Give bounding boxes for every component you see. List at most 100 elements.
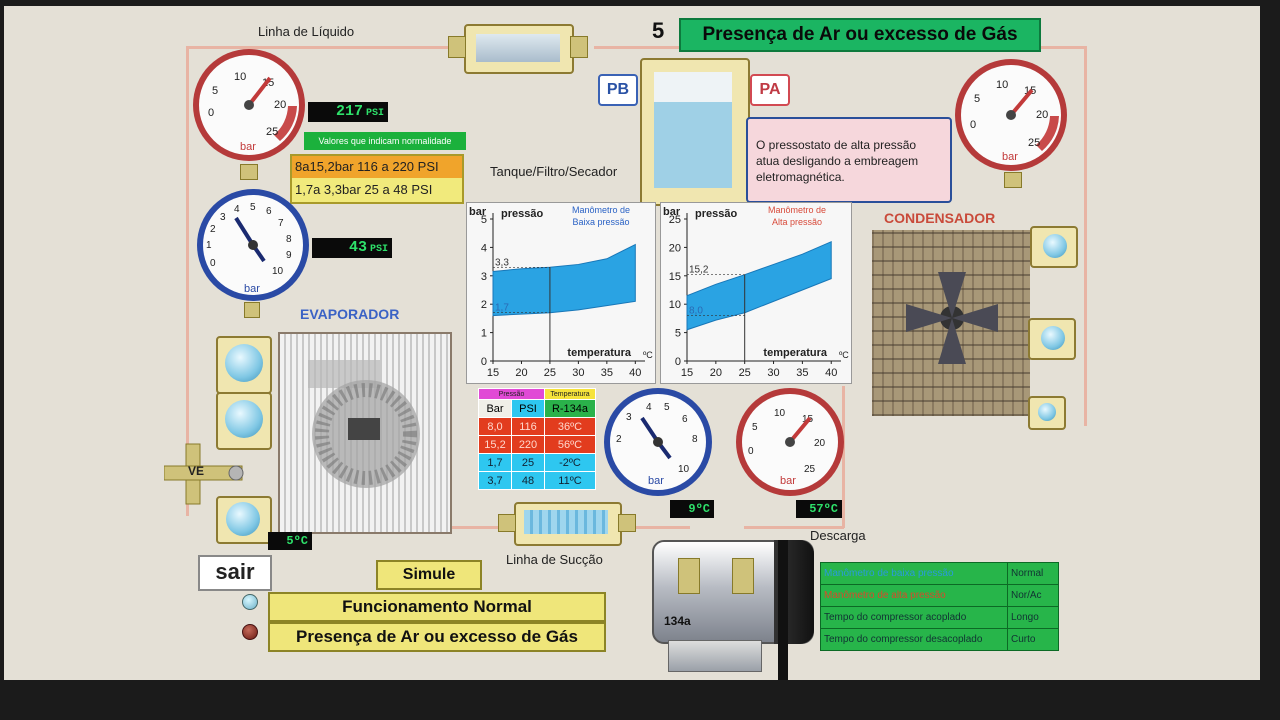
pressure-band: [492, 243, 636, 317]
compressor-suction-port: [678, 558, 700, 594]
svg-text:25: 25: [1028, 137, 1040, 149]
fitting: [240, 164, 258, 180]
condenser-label: CONDENSADOR: [884, 210, 996, 226]
table-cell: 1,7: [478, 453, 512, 472]
gauge-unit: bar: [244, 283, 260, 295]
x-axis-unit: ºC: [643, 350, 653, 360]
svg-text:10: 10: [678, 464, 690, 475]
low-pressure-gauge-center: 2 3 4 5 6 8 10 bar: [604, 388, 712, 496]
svg-text:5: 5: [752, 422, 758, 433]
svg-text:25: 25: [266, 126, 278, 138]
svg-text:4: 4: [234, 204, 240, 215]
x-axis-label: temperatura: [763, 347, 827, 359]
chart-title: Baixa pressão: [572, 217, 629, 227]
condenser-header-bottom: [1028, 396, 1066, 430]
fitting: [1004, 172, 1022, 188]
y-tick-label: 4: [481, 242, 487, 254]
table-cell: Manômetro de baixa pressão: [820, 562, 1008, 585]
high-pressure-gauge-right: 0 5 10 15 20 25 bar: [955, 59, 1067, 171]
low-pressure-switch: PB: [598, 74, 638, 106]
condenser-fan-icon: [906, 272, 998, 364]
table-cell: Manômetro de alta pressão: [820, 584, 1008, 607]
y-tick-label: 5: [675, 328, 681, 340]
table-cell: Longo: [1007, 606, 1059, 629]
svg-text:0: 0: [210, 258, 216, 269]
fitting: [244, 302, 260, 318]
gauge-unit: bar: [780, 475, 796, 487]
table-cell: 25: [511, 453, 545, 472]
annotation-label: 15,2: [689, 265, 709, 276]
temperature-group-header: Temperatura: [544, 388, 596, 400]
air-excess-radio[interactable]: [242, 624, 258, 640]
svg-text:0: 0: [748, 446, 754, 457]
high-pressure-chart-svg: 051015202515 20 25 30 35 4015,28,0bar pressão M…: [663, 205, 849, 379]
chart-title: Manômetro de: [768, 205, 826, 215]
table-cell: Normal: [1007, 562, 1059, 585]
table-cell: -2ºC: [544, 453, 596, 472]
y-tick-label: 1: [481, 328, 487, 340]
table-header: R-134a: [544, 399, 596, 418]
table-row: 3,7 48 11ºC: [478, 471, 596, 490]
svg-text:8: 8: [286, 234, 292, 245]
svg-text:7: 7: [278, 218, 284, 229]
svg-text:5: 5: [212, 85, 218, 97]
gauge-unit: bar: [648, 475, 664, 487]
discharge-label: Descarga: [810, 528, 866, 543]
svg-text:0: 0: [208, 107, 214, 119]
svg-text:20: 20: [1036, 109, 1048, 121]
y-tick-label: 2: [481, 299, 487, 311]
x-tick-label: 15: [487, 367, 499, 379]
diagnosis-table: Manômetro de baixa pressão Normal Manôme…: [820, 562, 1059, 651]
table-cell: 56ºC: [544, 435, 596, 454]
normal-operation-radio[interactable]: [242, 594, 258, 610]
evaporator-coil: [278, 332, 452, 534]
svg-text:25: 25: [804, 464, 816, 475]
y-axis-label: bar: [469, 206, 487, 218]
compressor-base: [668, 640, 762, 672]
normal-operation-button[interactable]: Funcionamento Normal: [268, 592, 606, 622]
condenser-header-top: [1030, 226, 1078, 268]
svg-text:8: 8: [692, 434, 698, 445]
expansion-valve-label: VE: [188, 464, 205, 478]
svg-text:10: 10: [996, 79, 1008, 91]
x-axis-unit: ºC: [839, 350, 849, 360]
y-axis-quantity: pressão: [501, 208, 543, 220]
simulator-screen: 5 Presença de Ar ou excesso de Gás Linha…: [4, 6, 1260, 680]
svg-text:10: 10: [234, 71, 246, 83]
table-cell: 36ºC: [544, 417, 596, 436]
low-pressure-chart: 0 1 2 3 4 5 15 20 25 30 35 40 3,3 1,7 bar pressão Manôme…: [466, 202, 656, 384]
svg-text:2: 2: [616, 434, 622, 445]
table-cell: Nor/Ac: [1007, 584, 1059, 607]
normal-high-values: 8a15,2bar 116 a 220 PSI: [292, 156, 462, 178]
normal-values-box: 8a15,2bar 116 a 220 PSI 1,7a 3,3bar 25 a…: [290, 154, 464, 204]
pressure-group-header: Pressão: [478, 388, 545, 400]
normal-low-values: 1,7a 3,3bar 25 a 48 PSI: [295, 182, 433, 197]
evaporator-label: EVAPORADOR: [300, 306, 400, 322]
svg-text:0: 0: [970, 119, 976, 131]
evaporator-blower-icon: [308, 360, 420, 488]
high-pressure-chart: 0 5 10 15 20 25 15 20 25 30 35 40 15,2 8,0 bar pressão M…: [660, 202, 852, 384]
y-axis-label: bar: [663, 206, 681, 218]
table-row: 15,2 220 56ºC: [478, 435, 596, 454]
table-header: Bar: [478, 399, 512, 418]
air-excess-button[interactable]: Presença de Ar ou excesso de Gás: [268, 622, 606, 652]
svg-text:2: 2: [210, 224, 216, 235]
receiver-drier-tank: [640, 58, 750, 206]
x-tick-label: 25: [544, 367, 556, 379]
table-cell: 11ºC: [544, 471, 596, 490]
fitting: [570, 36, 588, 58]
condenser-coil: [872, 230, 1030, 416]
y-tick-label: 20: [669, 242, 681, 254]
svg-text:3: 3: [626, 412, 632, 423]
x-tick-label: 20: [710, 367, 722, 379]
x-tick-label: 30: [572, 367, 584, 379]
chart-title: Alta pressão: [772, 217, 822, 227]
simulate-button[interactable]: Simule: [376, 560, 482, 590]
compressor-label: 134a: [664, 614, 691, 628]
y-tick-label: 15: [669, 271, 681, 283]
exit-button[interactable]: sair: [198, 555, 272, 591]
table-row: Manômetro de alta pressão Nor/Ac: [820, 584, 1059, 607]
gauge-unit: bar: [240, 141, 256, 153]
table-cell: 3,7: [478, 471, 512, 490]
high-pressure-gauge-left: 0 5 10 15 20 25 bar: [193, 49, 305, 161]
